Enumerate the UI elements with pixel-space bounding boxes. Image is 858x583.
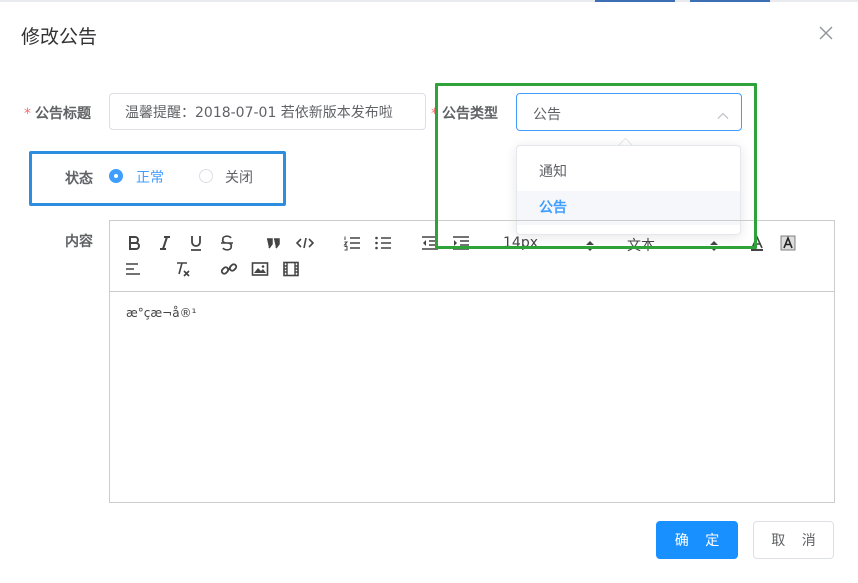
blockquote-icon[interactable] [264, 234, 282, 252]
editor-content[interactable]: æ°çæ¬å®¹ [126, 306, 196, 320]
rich-text-editor [109, 220, 835, 503]
text-style-picker[interactable]: 文本 [627, 235, 655, 255]
status-field-label: 状态 [65, 171, 93, 187]
indent-icon[interactable] [452, 234, 470, 252]
type-field-label: * 公告类型 [431, 106, 498, 122]
italic-icon[interactable] [156, 234, 174, 252]
font-size-picker[interactable]: 14px [503, 235, 538, 251]
status-closed-label: 关闭 [225, 170, 253, 186]
video-icon[interactable] [282, 260, 300, 278]
type-select-value: 公告 [533, 107, 561, 123]
radio-unchecked-icon [199, 169, 213, 183]
updown-arrows-icon [710, 237, 718, 251]
font-color-icon[interactable] [748, 234, 766, 252]
updown-arrows-icon [586, 237, 594, 251]
bold-icon[interactable] [125, 234, 143, 252]
underline-icon[interactable] [187, 234, 205, 252]
type-option-notice[interactable]: 通知 [517, 155, 740, 189]
chevron-up-icon [717, 107, 729, 119]
status-radio-normal[interactable]: 正常 [109, 166, 169, 186]
bullet-list-icon[interactable] [374, 234, 392, 252]
title-input[interactable] [109, 93, 426, 130]
ordered-list-icon[interactable] [343, 234, 361, 252]
background-color-icon[interactable] [779, 234, 797, 252]
status-radio-closed[interactable]: 关闭 [199, 166, 259, 186]
image-icon[interactable] [251, 260, 269, 278]
code-block-icon[interactable] [296, 234, 314, 252]
dialog-title: 修改公告 [21, 26, 98, 48]
clean-format-icon[interactable] [174, 260, 192, 278]
radio-checked-icon [109, 169, 123, 183]
toolbar-divider [110, 291, 834, 292]
strike-icon[interactable] [218, 234, 236, 252]
align-icon[interactable] [125, 260, 143, 278]
outdent-icon[interactable] [421, 234, 439, 252]
title-field-label: * 公告标题 [24, 106, 91, 122]
link-icon[interactable] [220, 260, 238, 278]
cancel-button[interactable]: 取 消 [753, 521, 834, 559]
type-select[interactable]: 公告 [516, 93, 742, 131]
content-field-label: 内容 [65, 234, 93, 250]
confirm-button[interactable]: 确 定 [656, 521, 738, 559]
background-window-strip [0, 0, 858, 2]
close-icon[interactable] [817, 24, 835, 42]
status-normal-label: 正常 [136, 170, 164, 186]
